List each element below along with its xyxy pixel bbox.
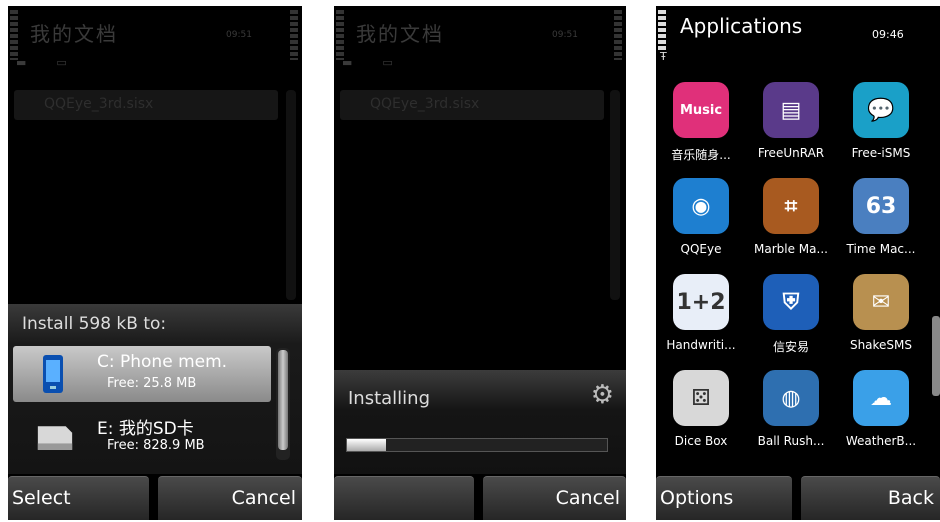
installing-panel: Installing ⚙: [334, 370, 626, 474]
background-scrollbar: [610, 90, 620, 300]
options-softkey[interactable]: Options: [656, 476, 793, 520]
eye-icon: ◉: [673, 178, 729, 234]
chat-bubble-icon: 💬: [853, 82, 909, 138]
maze-icon: ⌗: [763, 178, 819, 234]
cancel-softkey[interactable]: Cancel: [157, 476, 302, 520]
page-title: Applications: [680, 14, 803, 38]
dice-icon: ⚄: [673, 370, 729, 426]
app-label: Ball Rush...: [757, 434, 825, 448]
weather-icon: ☁: [853, 370, 909, 426]
app-item[interactable]: ☁ WeatherB...: [836, 366, 926, 462]
app-label: Marble Ma...: [754, 242, 828, 256]
option-name: E: 我的SD卡: [97, 419, 194, 439]
back-softkey[interactable]: Back: [800, 476, 940, 520]
memory-card-icon: [37, 426, 73, 450]
signal-strength-icon: [10, 10, 18, 60]
app-item[interactable]: 1+2 Handwriti...: [656, 270, 746, 366]
softkey-bar: Options Back: [656, 474, 940, 520]
background-clock: 09:51: [552, 30, 578, 40]
app-item[interactable]: ⛨ 信安易: [746, 270, 836, 366]
app-item[interactable]: 63 Time Mac...: [836, 174, 926, 270]
scrollbar-thumb[interactable]: [278, 350, 288, 450]
app-item[interactable]: Music 音乐随身...: [656, 78, 746, 174]
battery-icon: [614, 10, 622, 60]
ball-rush-icon: ◍: [763, 370, 819, 426]
gears-icon: ⚙: [590, 380, 614, 410]
app-label: WeatherB...: [845, 434, 917, 448]
signal-strength-icon: [336, 10, 344, 60]
softkey-bar: Cancel: [334, 474, 626, 520]
app-label: FreeUnRAR: [757, 146, 825, 160]
background-clock: 09:51: [226, 30, 252, 40]
app-item[interactable]: ◉ QQEye: [656, 174, 746, 270]
phone-icon: [43, 355, 63, 393]
select-softkey[interactable]: Select: [8, 476, 150, 520]
install-destination-screen: 我的文档 09:51 ▬ ▭ QQEye_3rd.sisx Install 598…: [8, 6, 302, 520]
option-phone-memory[interactable]: C: Phone mem. Free: 25.8 MB: [13, 346, 271, 402]
install-dialog: Install 598 kB to: C: Phone mem. Free: 2…: [8, 304, 302, 474]
handwriting-icon: 1+2: [673, 274, 729, 330]
app-item[interactable]: ✉ ShakeSMS: [836, 270, 926, 366]
cancel-softkey[interactable]: Cancel: [482, 476, 626, 520]
antenna-icon: Ŧ: [660, 50, 667, 63]
folder-icon: ▭: [56, 56, 67, 69]
app-item[interactable]: ⌗ Marble Ma...: [746, 174, 836, 270]
option-memory-card[interactable]: E: 我的SD卡 Free: 828.9 MB: [13, 408, 271, 464]
app-label: 音乐随身...: [671, 148, 731, 162]
option-free-space: Free: 25.8 MB: [107, 376, 197, 391]
dialog-scrollbar[interactable]: [276, 348, 290, 460]
progress-fill: [347, 439, 386, 451]
app-item[interactable]: ◍ Ball Rush...: [746, 366, 836, 462]
app-item[interactable]: ⚄ Dice Box: [656, 366, 746, 462]
shield-icon: ⛨: [763, 274, 819, 330]
background-title: 我的文档: [356, 22, 444, 46]
envelope-icon: ✉: [853, 274, 909, 330]
softkey-bar: Select Cancel: [8, 474, 302, 520]
app-label: 信安易: [772, 340, 809, 354]
folder-icon: ▭: [382, 56, 393, 69]
background-scrollbar: [286, 90, 296, 300]
option-free-space: Free: 828.9 MB: [107, 438, 205, 453]
empty-left-softkey[interactable]: [334, 476, 475, 520]
app-label: Handwriti...: [666, 338, 736, 352]
app-grid-scrollbar[interactable]: [932, 316, 940, 396]
app-label: Time Mac...: [846, 242, 916, 256]
music-icon: Music: [673, 82, 729, 138]
option-name: C: Phone mem.: [97, 352, 228, 372]
app-label: Free-iSMS: [851, 146, 911, 160]
background-file-row: QQEye_3rd.sisx: [14, 90, 278, 120]
time-machine-icon: 63: [853, 178, 909, 234]
app-item[interactable]: 💬 Free-iSMS: [836, 78, 926, 174]
install-progress-bar: [346, 438, 608, 452]
dialog-title: Install 598 kB to:: [22, 314, 167, 334]
camera-icon: ▬: [16, 56, 27, 69]
app-item[interactable]: ▤ FreeUnRAR: [746, 78, 836, 174]
installing-status: Installing: [348, 388, 431, 409]
applications-screen: Applications 09:46 Ŧ Music 音乐随身... ▤ FreeUn…: [656, 6, 940, 520]
clock: 09:46: [872, 28, 904, 41]
app-label: Dice Box: [674, 434, 728, 448]
installing-screen: 我的文档 09:51 ▬ ▭ QQEye_3rd.sisx Installing …: [334, 6, 626, 520]
app-label: ShakeSMS: [849, 338, 913, 352]
camera-icon: ▬: [342, 56, 353, 69]
app-label: QQEye: [680, 242, 722, 256]
background-title: 我的文档: [30, 22, 118, 46]
battery-icon: [290, 10, 298, 60]
archive-icon: ▤: [763, 82, 819, 138]
signal-strength-icon: [658, 10, 666, 50]
background-file-row: QQEye_3rd.sisx: [340, 90, 604, 120]
